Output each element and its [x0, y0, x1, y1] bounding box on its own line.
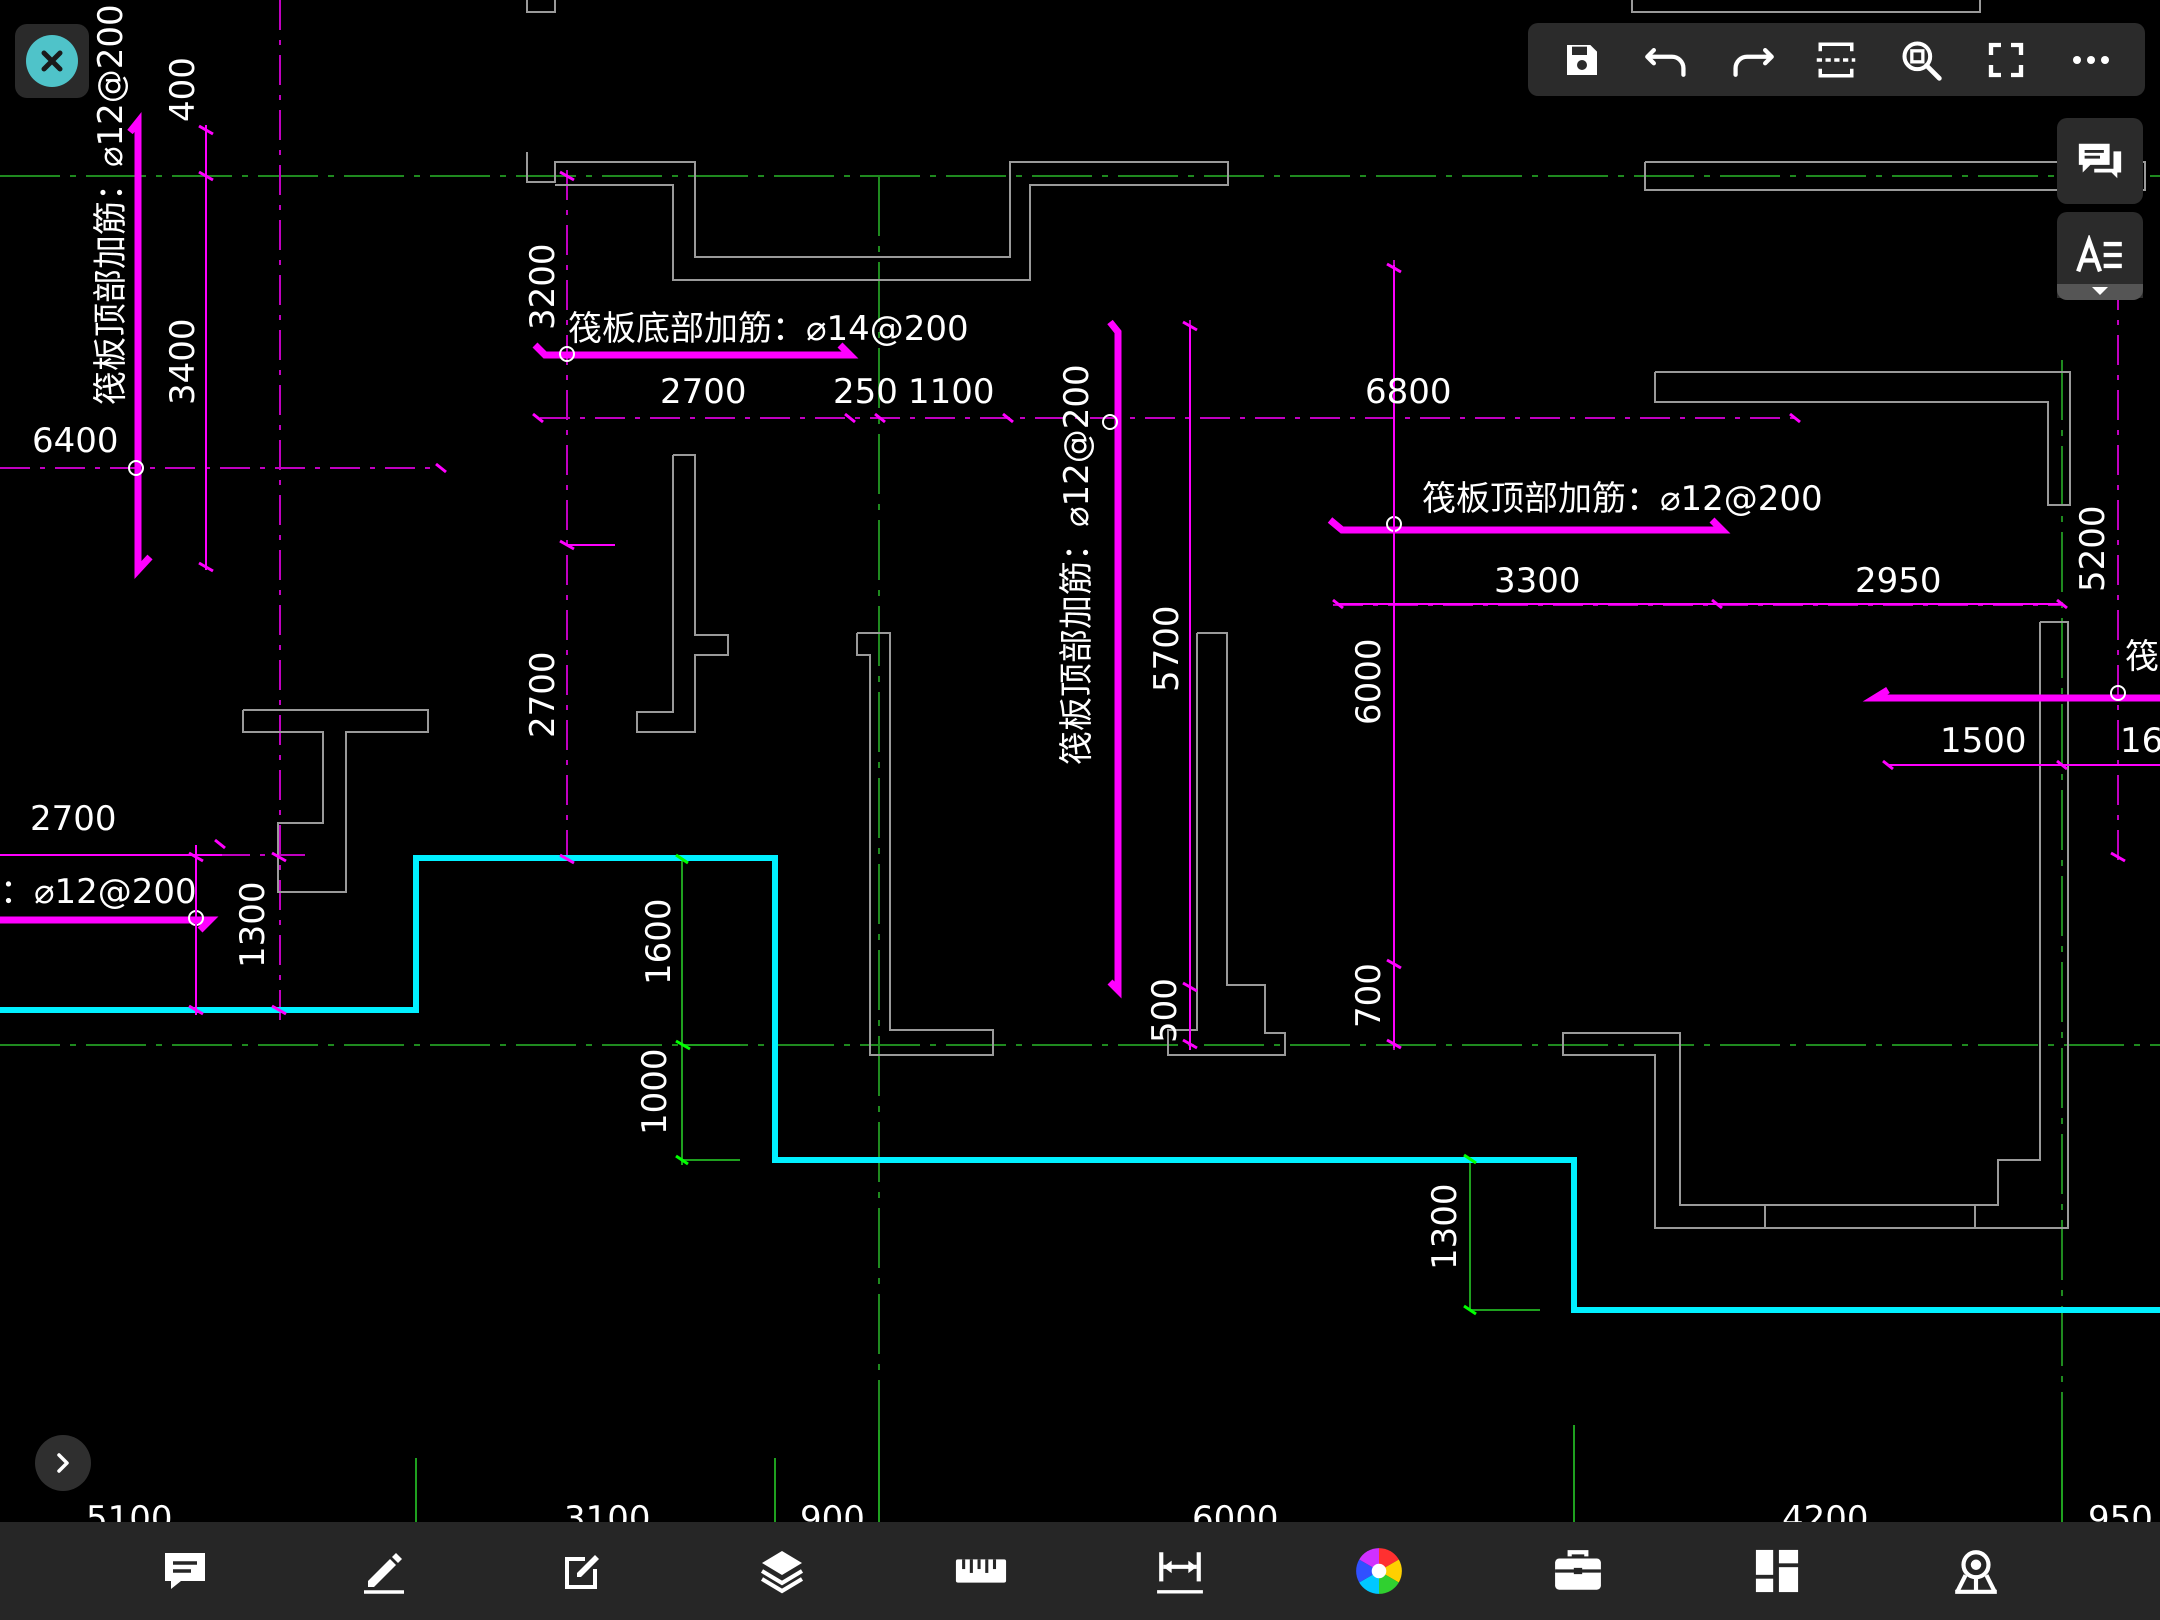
edit-button[interactable] [543, 1531, 623, 1611]
dimension-text: 6800 [1365, 372, 1452, 412]
dimension-text: 700 [1349, 963, 1389, 1028]
dimension-icon [1156, 1552, 1203, 1594]
undo-icon[interactable] [1634, 27, 1700, 93]
dimension-button[interactable] [1140, 1531, 1220, 1611]
dimension-text: 1000 [635, 1048, 675, 1135]
toolbox-button[interactable] [1538, 1531, 1618, 1611]
top-toolbar [1528, 23, 2145, 96]
more-icon[interactable] [2058, 27, 2124, 93]
dimension-text: 6400 [32, 421, 119, 461]
expand-panel-button[interactable] [35, 1435, 91, 1491]
rebar-label-bottom-center: 筏板底部加筋：⌀14@200 [568, 309, 969, 349]
section-icon[interactable] [1803, 27, 1869, 93]
save-icon[interactable] [1549, 27, 1615, 93]
fullscreen-icon[interactable] [1973, 27, 2039, 93]
rebar-label-left-partial: ：⌀12@200 [0, 872, 197, 912]
dimension-text: 2700 [523, 651, 563, 738]
dimension-text: 1100 [908, 372, 995, 412]
comments-icon [2078, 143, 2122, 179]
chevron-down-icon [2092, 287, 2108, 295]
dimension-text: 3300 [1494, 561, 1581, 601]
annotation-icon [164, 1553, 205, 1589]
dimension-text: 6000 [1349, 638, 1389, 725]
scanner-icon [1954, 1550, 1997, 1594]
color-wheel-icon [1355, 1548, 1402, 1594]
cad-drawing-canvas[interactable]: 筏板顶部加筋：⌀12@200 筏板底部加筋：⌀14@200 筏板顶部加筋：⌀12… [0, 0, 2160, 1620]
dimension-text: 2950 [1855, 561, 1942, 601]
pen-icon [363, 1553, 404, 1594]
bottom-toolbar [0, 1522, 2160, 1620]
rebar-label-right-top: 筏板顶部加筋：⌀12@200 [1422, 479, 1823, 519]
redo-icon[interactable] [1719, 27, 1785, 93]
layout-grid-icon [1755, 1549, 1798, 1593]
dimension-text: 400 [163, 57, 203, 122]
dimension-text: 5700 [1147, 605, 1187, 692]
dimension-text: 1600 [639, 898, 679, 985]
layout-grid-button[interactable] [1737, 1531, 1817, 1611]
rebar-label-left-vertical: 筏板顶部加筋：⌀12@200 [91, 4, 131, 405]
text-style-icon [2076, 235, 2122, 273]
dimension-text: 3400 [163, 318, 203, 405]
dimension-text: 1300 [1425, 1183, 1465, 1270]
dimension-text: 3200 [523, 243, 563, 330]
layers-icon [760, 1551, 803, 1594]
toolbox-icon [1554, 1550, 1601, 1590]
rebar-label-center-vertical: 筏板顶部加筋：⌀12@200 [1057, 364, 1097, 765]
annotation-button[interactable] [145, 1531, 225, 1611]
dimension-text: 250 [833, 372, 898, 412]
close-button[interactable] [15, 24, 89, 98]
dimension-text: 160 [2120, 721, 2160, 761]
pen-button[interactable] [344, 1531, 424, 1611]
dimension-text: 500 [1145, 978, 1185, 1043]
chevron-right-icon [57, 1453, 69, 1473]
dimension-text: 2700 [30, 799, 117, 839]
edit-icon [564, 1555, 599, 1589]
zoom-extents-icon[interactable] [1888, 27, 1954, 93]
rebar-label-right-partial: 筏板 [2125, 637, 2160, 677]
layers-button[interactable] [742, 1531, 822, 1611]
dimension-text: 1500 [1940, 721, 2027, 761]
measure-ruler-icon [955, 1559, 1006, 1583]
dimension-text: 2700 [660, 372, 747, 412]
color-wheel-button[interactable] [1339, 1531, 1419, 1611]
scanner-button[interactable] [1936, 1531, 2016, 1611]
close-icon [26, 35, 78, 87]
measure-ruler-button[interactable] [941, 1531, 1021, 1611]
dimension-text: 1300 [233, 881, 273, 968]
panel-expand-tab[interactable] [2057, 284, 2143, 300]
dimension-text: 5200 [2073, 505, 2113, 592]
comments-button[interactable] [2057, 118, 2143, 204]
